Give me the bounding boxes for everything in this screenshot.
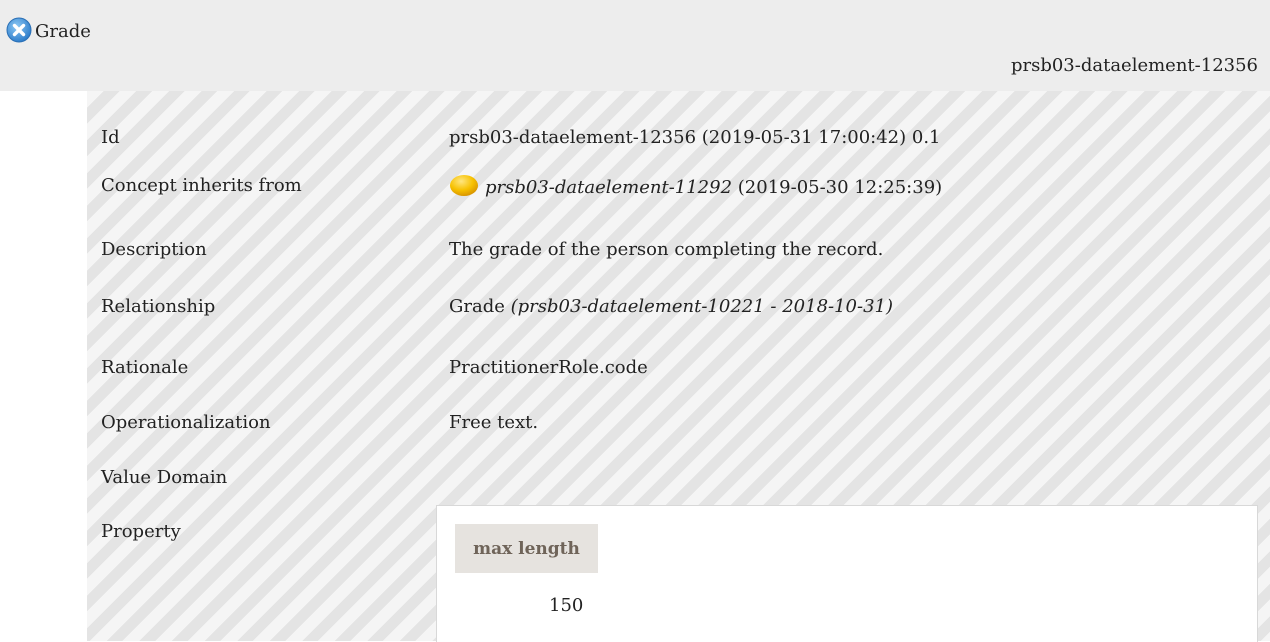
relationship-label: Relationship — [101, 296, 216, 317]
operationalization-value: Free text. — [449, 412, 539, 433]
rationale-value: PractitionerRole.code — [449, 357, 648, 378]
inherits-label: Concept inherits from — [101, 175, 302, 196]
inherits-value: prsb03-dataelement-11292 (2019-05-30 12:… — [449, 175, 942, 198]
description-label: Description — [101, 239, 207, 260]
value-domain-label: Value Domain — [101, 467, 228, 488]
close-icon — [6, 17, 32, 43]
inherits-date: (2019-05-30 12:25:39) — [737, 177, 943, 198]
max-length-value: 150 — [549, 595, 584, 616]
relationship-ref: (prsb03-dataelement-10221 - 2018-10-31) — [510, 296, 894, 317]
inherits-link[interactable]: prsb03-dataelement-11292 — [485, 177, 732, 198]
property-table: max length 150 — [436, 505, 1258, 642]
operationalization-label: Operationalization — [101, 412, 271, 433]
relationship-name: Grade — [449, 296, 505, 317]
rationale-label: Rationale — [101, 357, 189, 378]
relationship-value: Grade (prsb03-dataelement-10221 - 2018-1… — [449, 296, 893, 317]
id-label: Id — [101, 127, 120, 148]
close-button[interactable] — [6, 17, 32, 43]
description-value: The grade of the person completing the r… — [449, 239, 884, 260]
concept-header: Grade prsb03-dataelement-12356 — [0, 0, 1270, 91]
max-length-header: max length — [455, 524, 598, 573]
concept-details-panel: Id prsb03-dataelement-12356 (2019-05-31 … — [87, 91, 1270, 642]
concept-id: prsb03-dataelement-12356 — [1010, 55, 1258, 76]
property-label: Property — [101, 521, 181, 542]
status-dot-icon — [450, 175, 478, 196]
concept-title: Grade — [35, 21, 91, 42]
id-value: prsb03-dataelement-12356 (2019-05-31 17:… — [449, 127, 941, 148]
